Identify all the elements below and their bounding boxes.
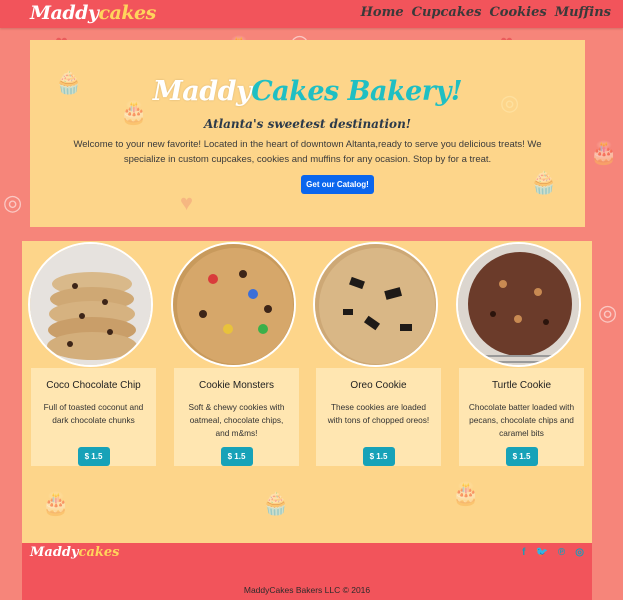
instagram-icon[interactable]: ◎ bbox=[575, 547, 584, 558]
social-links: f 🐦 ℗ ◎ bbox=[522, 547, 584, 558]
footer-brand-logo[interactable]: Maddycakes bbox=[30, 545, 119, 560]
twitter-icon[interactable]: 🐦 bbox=[535, 547, 547, 558]
nav-link-home[interactable]: Home bbox=[361, 5, 404, 20]
product-name: Turtle Cookie bbox=[491, 380, 552, 391]
cookie-photo bbox=[28, 242, 153, 367]
product-card-body: Cookie Monsters Soft & chewy cookies wit… bbox=[174, 368, 299, 466]
facebook-icon[interactable]: f bbox=[522, 547, 525, 558]
product-description: Soft & chewy cookies with oatmeal, choco… bbox=[188, 402, 285, 438]
cookie-photo bbox=[171, 242, 296, 367]
donut-doodle-icon: ◎ bbox=[3, 190, 23, 215]
product-card-body: Coco Chocolate Chip Full of toasted coco… bbox=[31, 368, 156, 466]
copyright-text: MaddyCakes Bakers LLC © 2016 bbox=[243, 585, 371, 595]
product-name: Cookie Monsters bbox=[198, 380, 275, 391]
product-card-body: Turtle Cookie Chocolate batter loaded wi… bbox=[459, 368, 584, 466]
nav-link-cookies[interactable]: Cookies bbox=[489, 5, 546, 20]
product-name: Oreo Cookie bbox=[350, 380, 407, 391]
hero-title-part1: Maddy bbox=[152, 76, 252, 107]
product-card-coco-chocolate-chip: Coco Chocolate Chip Full of toasted coco… bbox=[22, 241, 156, 471]
hero-subtitle: Atlanta's sweetest destination! bbox=[203, 117, 412, 131]
hero-title: MaddyCakes Bakery! bbox=[30, 76, 585, 107]
brand-logo[interactable]: Maddycakes bbox=[30, 2, 156, 24]
cake-doodle-icon: 🎂 bbox=[590, 140, 618, 165]
brand-logo-part2: cakes bbox=[98, 2, 156, 24]
footer-brand-part1: Maddy bbox=[30, 545, 79, 560]
pinterest-icon[interactable]: ℗ bbox=[558, 547, 565, 558]
cookie-photo bbox=[456, 242, 581, 367]
product-card-oreo-cookie: Oreo Cookie These cookies are loaded wit… bbox=[307, 241, 441, 471]
product-description: Full of toasted coconut and dark chocola… bbox=[43, 402, 144, 425]
cupcake-doodle-icon: 🧁 bbox=[530, 170, 558, 195]
get-catalog-button[interactable]: Get our Catalog! bbox=[301, 175, 374, 194]
cookie-photo bbox=[313, 242, 438, 367]
navbar: Maddycakes Home Cupcakes Cookies Muffins bbox=[0, 0, 623, 28]
product-description: Chocolate batter loaded with pecans, cho… bbox=[468, 402, 575, 438]
nav-link-muffins[interactable]: Muffins bbox=[555, 5, 611, 20]
hero-description: Welcome to your new favorite! Located in… bbox=[73, 139, 542, 165]
product-description: These cookies are loaded with tons of ch… bbox=[327, 402, 430, 425]
footer: Maddycakes f 🐦 ℗ ◎ MaddyCakes Bakers LLC… bbox=[22, 543, 592, 600]
product-card-turtle-cookie: Turtle Cookie Chocolate batter loaded wi… bbox=[450, 241, 584, 471]
footer-brand-part2: cakes bbox=[78, 545, 120, 560]
product-card-cookie-monsters: Cookie Monsters Soft & chewy cookies wit… bbox=[165, 241, 299, 471]
heart-doodle-icon: ♥ bbox=[180, 190, 194, 215]
price-button[interactable]: $ 1.5 bbox=[77, 447, 110, 466]
product-name: Coco Chocolate Chip bbox=[46, 380, 141, 391]
product-card-body: Oreo Cookie These cookies are loaded wit… bbox=[316, 368, 441, 466]
cake-doodle-icon: 🎂 bbox=[452, 481, 480, 506]
nav-link-cupcakes[interactable]: Cupcakes bbox=[412, 5, 482, 20]
hero-section: 🧁 🎂 ◎ 🧁 ♥ MaddyCakes Bakery! Atlanta's s… bbox=[30, 40, 585, 227]
cupcake-doodle-icon: 🧁 bbox=[262, 491, 290, 516]
cake-doodle-icon: 🎂 bbox=[42, 491, 70, 516]
hero-title-part2: Cakes Bakery! bbox=[251, 76, 463, 107]
donut-doodle-icon: ◎ bbox=[598, 300, 618, 325]
brand-logo-part1: Maddy bbox=[30, 2, 99, 24]
products-section: 🎂 🧁 🎂 Coco Chocolate Chip Full of toaste… bbox=[22, 241, 592, 543]
price-button[interactable]: $ 1.5 bbox=[505, 447, 538, 466]
nav-links: Home Cupcakes Cookies Muffins bbox=[361, 5, 611, 20]
price-button[interactable]: $ 1.5 bbox=[220, 447, 253, 466]
price-button[interactable]: $ 1.5 bbox=[362, 447, 395, 466]
